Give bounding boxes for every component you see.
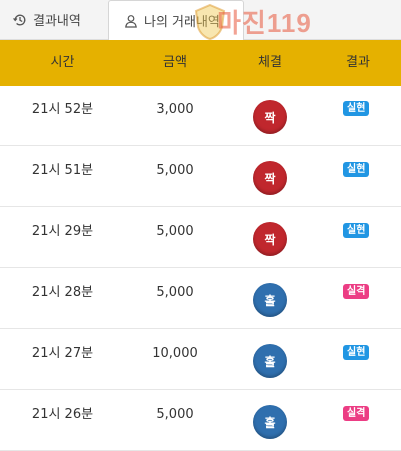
row-time: 21시 28분 bbox=[31, 285, 94, 300]
table-row: 21시 52분 3,000 짝 실현 bbox=[0, 86, 401, 146]
history-icon bbox=[13, 14, 26, 25]
user-icon bbox=[125, 14, 137, 28]
row-type-badge: 홀 bbox=[253, 405, 287, 439]
row-type-badge: 짝 bbox=[253, 100, 287, 134]
row-time: 21시 52분 bbox=[31, 102, 94, 117]
row-result-badge: 실현 bbox=[343, 345, 370, 360]
row-amount: 5,000 bbox=[156, 163, 194, 178]
tab-bar: 결과내역 나의 거래내역 bbox=[0, 0, 401, 40]
tab-results[interactable]: 결과내역 bbox=[0, 0, 101, 39]
row-result-badge: 실격 bbox=[343, 406, 370, 421]
tab-my-trades[interactable]: 나의 거래내역 bbox=[108, 0, 244, 40]
row-result-badge: 실현 bbox=[343, 223, 370, 238]
table-row: 21시 27분 10,000 홀 실현 bbox=[0, 330, 401, 390]
table-row: 21시 28분 5,000 홀 실격 bbox=[0, 269, 401, 329]
table-row: 21시 29분 5,000 짝 실현 bbox=[0, 208, 401, 268]
tab-my-trades-label: 나의 거래내역 bbox=[144, 15, 220, 30]
table-row: 21시 26분 5,000 홀 실격 bbox=[0, 391, 401, 451]
row-time: 21시 51분 bbox=[31, 163, 94, 178]
row-amount: 10,000 bbox=[152, 346, 198, 361]
row-amount: 5,000 bbox=[156, 285, 194, 300]
row-result-badge: 실격 bbox=[343, 284, 370, 299]
column-header-amount: 금액 bbox=[163, 55, 187, 70]
row-type-badge: 홀 bbox=[253, 283, 287, 317]
row-amount: 5,000 bbox=[156, 224, 194, 239]
table-row: 21시 51분 5,000 짝 실현 bbox=[0, 147, 401, 207]
row-time: 21시 29분 bbox=[31, 224, 94, 239]
column-header-result: 결과 bbox=[346, 55, 370, 70]
table-header: 시간 금액 체결 결과 bbox=[0, 40, 401, 86]
row-time: 21시 26분 bbox=[31, 407, 94, 422]
column-header-time: 시간 bbox=[50, 55, 75, 70]
row-result-badge: 실현 bbox=[343, 162, 370, 177]
column-header-type: 체결 bbox=[258, 55, 282, 70]
row-result-badge: 실현 bbox=[343, 101, 370, 116]
row-type-badge: 짝 bbox=[253, 161, 287, 195]
row-amount: 3,000 bbox=[156, 102, 194, 117]
row-type-badge: 홀 bbox=[253, 344, 287, 378]
row-type-badge: 짝 bbox=[253, 222, 287, 256]
tab-results-label: 결과내역 bbox=[33, 14, 81, 29]
row-amount: 5,000 bbox=[156, 407, 194, 422]
row-time: 21시 27분 bbox=[31, 346, 94, 361]
